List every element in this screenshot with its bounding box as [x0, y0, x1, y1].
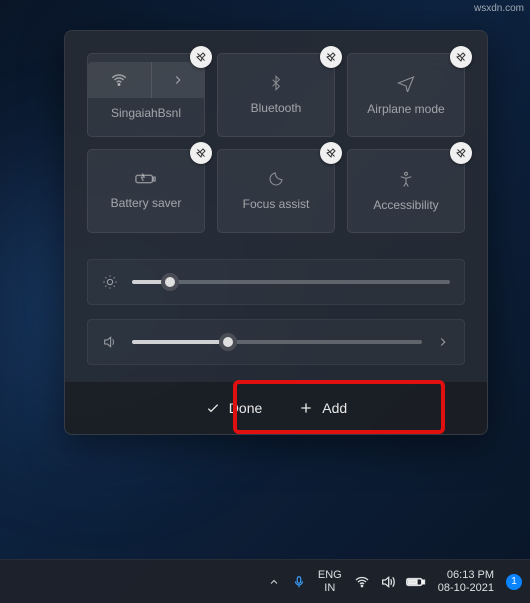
- done-label: Done: [229, 400, 262, 416]
- volume-slider-thumb[interactable]: [219, 333, 237, 351]
- wifi-toggle-button[interactable]: [88, 62, 151, 98]
- brightness-slider[interactable]: [132, 280, 450, 284]
- battery-saver-icon: [135, 172, 157, 186]
- taskbar: ENG IN 06:13 PM 08-10-2021 1: [0, 559, 530, 603]
- chevron-right-icon: [171, 73, 185, 87]
- tile-bluetooth[interactable]: Bluetooth: [217, 53, 335, 137]
- volume-tray-icon: [380, 574, 396, 590]
- volume-slider-row: [87, 319, 465, 365]
- tile-battery-saver[interactable]: Battery saver: [87, 149, 205, 233]
- volume-icon: [102, 334, 118, 350]
- watermark-text: wsxdn.com: [474, 3, 524, 14]
- lang-primary: ENG: [318, 569, 342, 581]
- focus-assist-icon: [268, 171, 284, 187]
- plus-icon: [298, 400, 314, 416]
- wifi-expand-button[interactable]: [151, 62, 204, 98]
- tile-bluetooth-label: Bluetooth: [251, 101, 302, 115]
- tile-airplane-label: Airplane mode: [367, 102, 444, 116]
- tile-airplane[interactable]: Airplane mode: [347, 53, 465, 137]
- wifi-tray-icon: [354, 574, 370, 590]
- unpin-icon[interactable]: [320, 142, 342, 164]
- battery-tray-icon: [406, 576, 426, 588]
- add-button[interactable]: Add: [282, 394, 363, 422]
- volume-slider[interactable]: [132, 340, 422, 344]
- tile-focus-assist[interactable]: Focus assist: [217, 149, 335, 233]
- tile-battery-label: Battery saver: [111, 196, 182, 210]
- clock[interactable]: 06:13 PM 08-10-2021: [438, 569, 494, 593]
- accessibility-icon: [397, 170, 415, 188]
- tray-chevron-icon[interactable]: [268, 576, 280, 588]
- microphone-icon[interactable]: [292, 575, 306, 589]
- language-indicator[interactable]: ENG IN: [318, 569, 342, 593]
- system-tray[interactable]: [354, 574, 426, 590]
- tile-focus-label: Focus assist: [243, 197, 310, 211]
- brightness-slider-row: [87, 259, 465, 305]
- unpin-icon[interactable]: [190, 46, 212, 68]
- sliders-section: [65, 241, 487, 381]
- tile-accessibility-label: Accessibility: [373, 198, 438, 212]
- clock-time: 06:13 PM: [438, 569, 494, 581]
- clock-date: 08-10-2021: [438, 582, 494, 594]
- brightness-slider-thumb[interactable]: [161, 273, 179, 291]
- airplane-icon: [397, 74, 415, 92]
- tiles-grid: SingaiahBsnl Bluetooth Airplane mode: [65, 31, 487, 241]
- unpin-icon[interactable]: [450, 46, 472, 68]
- tile-wifi[interactable]: SingaiahBsnl: [87, 53, 205, 137]
- check-icon: [205, 400, 221, 416]
- unpin-icon[interactable]: [190, 142, 212, 164]
- chevron-right-icon[interactable]: [436, 335, 450, 349]
- notification-badge[interactable]: 1: [506, 574, 522, 590]
- wifi-icon: [110, 71, 128, 89]
- lang-secondary: IN: [318, 582, 342, 594]
- done-button[interactable]: Done: [189, 394, 278, 422]
- tile-accessibility[interactable]: Accessibility: [347, 149, 465, 233]
- unpin-icon[interactable]: [450, 142, 472, 164]
- tile-wifi-label: SingaiahBsnl: [111, 106, 181, 120]
- quick-settings-panel: SingaiahBsnl Bluetooth Airplane mode: [64, 30, 488, 435]
- brightness-icon: [102, 274, 118, 290]
- actions-bar: Done Add: [65, 381, 487, 434]
- bluetooth-icon: [268, 75, 284, 91]
- add-label: Add: [322, 400, 347, 416]
- unpin-icon[interactable]: [320, 46, 342, 68]
